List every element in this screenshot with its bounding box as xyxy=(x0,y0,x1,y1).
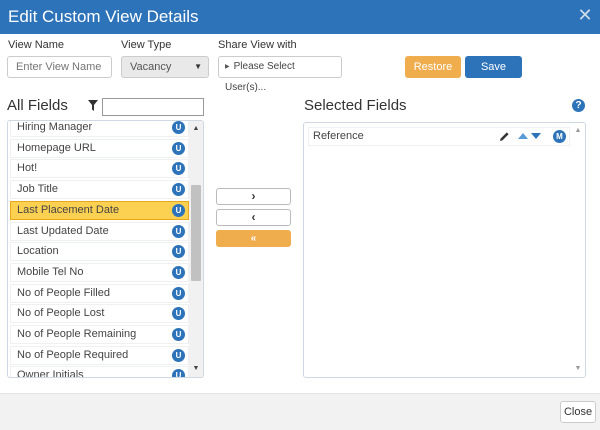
chevron-down-icon: ▼ xyxy=(194,62,202,71)
u-badge-icon: U xyxy=(172,369,185,377)
view-type-label: View Type xyxy=(121,39,172,51)
field-list-item[interactable]: No of People Filled U xyxy=(10,283,189,303)
field-list-item-label: Hiring Manager xyxy=(17,121,93,133)
scroll-up-arrow-icon[interactable]: ▲ xyxy=(189,123,203,135)
scroll-down-arrow-icon[interactable]: ▼ xyxy=(571,363,585,375)
close-icon[interactable]: ✕ xyxy=(576,6,594,24)
share-view-value: Please Select User(s)... xyxy=(225,61,295,93)
remove-all-fields-button[interactable]: « xyxy=(216,230,291,247)
remove-field-button[interactable]: ‹ xyxy=(216,209,291,226)
field-list-item[interactable]: No of People Required U xyxy=(10,345,189,365)
m-badge-icon: M xyxy=(553,130,566,143)
u-badge-icon: U xyxy=(172,286,185,300)
field-list-item-label: Owner Initials xyxy=(17,369,84,378)
dialog-titlebar: Edit Custom View Details ✕ xyxy=(0,0,600,34)
u-badge-icon: U xyxy=(172,203,185,217)
field-list-item[interactable]: Job Title U xyxy=(10,180,189,200)
pencil-icon[interactable] xyxy=(499,131,510,142)
field-list-item-label: Hot! xyxy=(17,162,38,175)
u-badge-icon: U xyxy=(172,328,185,341)
restore-button[interactable]: Restore xyxy=(405,56,461,78)
field-list-item-label: No of People Remaining xyxy=(17,328,137,340)
share-view-label: Share View with xyxy=(218,39,297,51)
field-list-item-label: Homepage URL xyxy=(17,141,96,154)
all-fields-list[interactable]: Hiring Manager U Homepage URL U Hot! U Job Tit… xyxy=(7,120,204,378)
caret-right-icon: ▶ xyxy=(225,64,230,70)
field-list-item-label: No of People Required xyxy=(17,348,129,361)
field-list-item[interactable]: No of People Remaining U xyxy=(10,325,189,344)
u-badge-icon: U xyxy=(172,162,185,176)
close-button[interactable]: Close xyxy=(560,401,596,423)
field-list-item[interactable]: Location U xyxy=(10,242,189,262)
view-name-input[interactable] xyxy=(7,56,112,78)
field-list-item[interactable]: Homepage URL U xyxy=(10,138,189,158)
filter-icon[interactable] xyxy=(88,100,98,111)
field-list-item-label: No of People Lost xyxy=(17,307,105,320)
scroll-down-arrow-icon[interactable]: ▼ xyxy=(189,363,203,375)
u-badge-icon: U xyxy=(172,183,185,197)
field-list-item[interactable]: Owner Initials U xyxy=(10,366,189,378)
field-list-item-label: Last Updated Date xyxy=(17,224,109,237)
u-badge-icon: U xyxy=(172,224,185,238)
dialog-title: Edit Custom View Details xyxy=(8,7,199,26)
save-button[interactable]: Save xyxy=(465,56,522,78)
share-view-select[interactable]: ▶ Please Select User(s)... xyxy=(218,56,342,93)
add-field-button[interactable]: › xyxy=(216,188,291,205)
move-up-icon[interactable] xyxy=(518,133,528,139)
dialog-footer: Close xyxy=(0,393,600,430)
u-badge-icon: U xyxy=(172,348,185,362)
field-list-item[interactable]: No of People Lost U xyxy=(10,304,189,324)
field-filter-input[interactable] xyxy=(102,98,204,116)
view-type-select[interactable]: Vacancy ▼ xyxy=(121,56,209,78)
move-down-icon[interactable] xyxy=(531,133,541,139)
view-name-label: View Name xyxy=(8,39,65,51)
scroll-thumb[interactable] xyxy=(191,185,201,281)
field-list-item[interactable]: Hiring Manager U xyxy=(10,121,189,137)
field-list-item[interactable]: Mobile Tel No U xyxy=(10,262,189,282)
selected-field-row[interactable]: Reference M xyxy=(308,127,570,146)
field-list-item-label: No of People Filled xyxy=(17,286,110,299)
u-badge-icon: U xyxy=(172,265,185,279)
field-list-item-label: Mobile Tel No xyxy=(17,265,84,278)
u-badge-icon: U xyxy=(172,141,185,155)
selected-fields-title: Selected Fields xyxy=(304,97,407,114)
all-fields-scrollbar[interactable]: ▲ ▼ xyxy=(189,121,203,377)
field-list-item[interactable]: Last Placement Date U xyxy=(10,200,189,220)
selected-field-label: Reference xyxy=(313,130,364,142)
field-list-item-label: Location xyxy=(17,245,59,258)
u-badge-icon: U xyxy=(172,307,185,321)
view-type-value: Vacancy xyxy=(130,61,172,73)
scroll-up-arrow-icon[interactable]: ▲ xyxy=(571,125,585,137)
u-badge-icon: U xyxy=(172,121,185,134)
field-list-item[interactable]: Hot! U xyxy=(10,159,189,179)
field-list-item[interactable]: Last Updated Date U xyxy=(10,221,189,241)
field-list-item-label: Last Placement Date xyxy=(17,203,120,216)
help-icon[interactable]: ? xyxy=(572,99,585,112)
selected-fields-scrollbar[interactable]: ▲ ▼ xyxy=(571,123,585,377)
all-fields-title: All Fields xyxy=(7,97,68,114)
u-badge-icon: U xyxy=(172,245,185,259)
selected-fields-list[interactable]: Reference M ▲ ▼ xyxy=(303,122,586,378)
field-list-item-label: Job Title xyxy=(17,183,58,196)
